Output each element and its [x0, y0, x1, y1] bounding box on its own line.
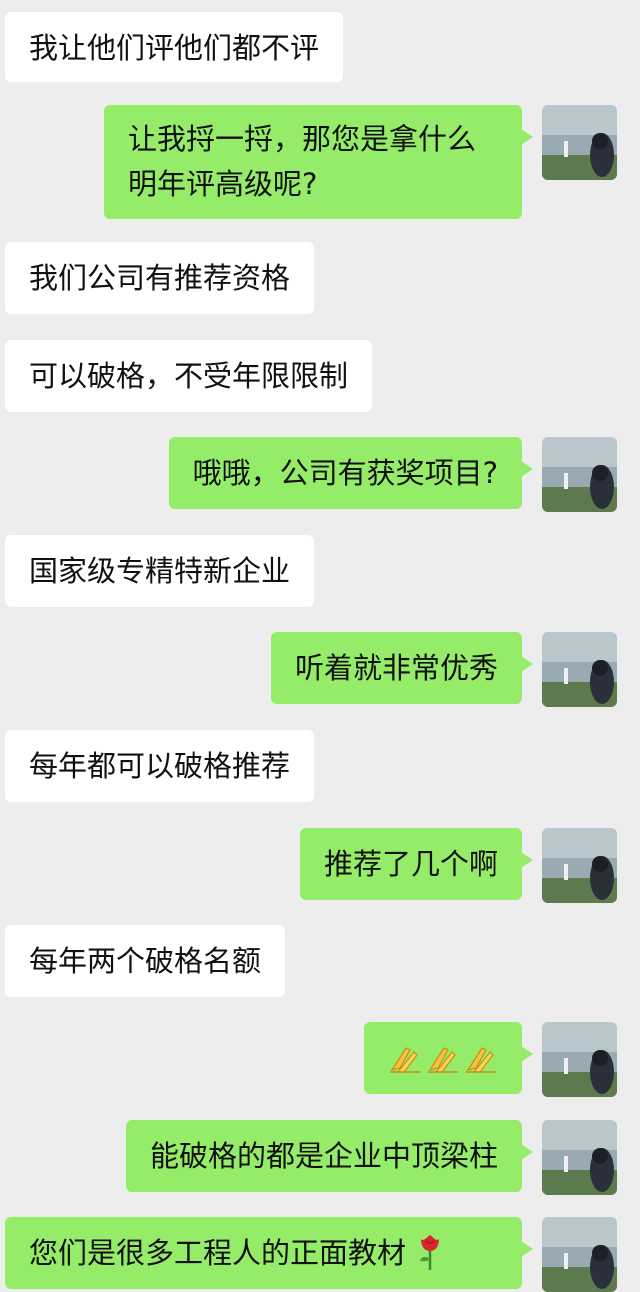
rose-icon [420, 1235, 440, 1270]
avatar[interactable] [542, 632, 617, 707]
message-text: 我让他们评他们都不评 [29, 31, 320, 65]
outgoing-message[interactable]: 哦哦，公司有获奖项目? [168, 437, 534, 509]
message-text: 哦哦，公司有获奖项目? [192, 456, 498, 490]
message-text: 您们是很多工程人的正面教材 [29, 1236, 407, 1270]
incoming-message[interactable]: 每年两个破格名额 [5, 925, 286, 997]
avatar[interactable] [542, 105, 617, 180]
outgoing-message[interactable]: 您们是很多工程人的正面教材 [5, 1217, 533, 1289]
outgoing-message[interactable]: 能破格的都是企业中顶梁柱 [125, 1120, 534, 1192]
avatar-photo-icon [542, 105, 617, 180]
outgoing-message[interactable]: 听着就非常优秀 [270, 632, 534, 704]
outgoing-message[interactable]: 让我捋一捋，那您是拿什么明年评高级呢? [104, 105, 533, 219]
message-text: 每年两个破格名额 [29, 944, 262, 978]
incoming-message[interactable]: 国家级专精特新企业 [5, 535, 315, 607]
avatar-photo-icon [542, 1120, 617, 1195]
message-text: 国家级专精特新企业 [29, 554, 291, 588]
incoming-message[interactable]: 每年都可以破格推荐 [5, 730, 315, 802]
message-text: 让我捋一捋，那您是拿什么明年评高级呢? [128, 122, 477, 201]
incoming-message[interactable]: 可以破格，不受年限限制 [5, 340, 373, 412]
message-text: 每年都可以破格推荐 [29, 749, 291, 783]
clap-hands-icon [428, 1046, 458, 1073]
avatar-photo-icon [542, 632, 617, 707]
avatar[interactable] [542, 828, 617, 903]
incoming-message[interactable]: 我让他们评他们都不评 [5, 12, 344, 82]
avatar-photo-icon [542, 437, 617, 512]
avatar[interactable] [542, 1120, 617, 1195]
outgoing-message[interactable] [364, 1022, 533, 1094]
avatar-photo-icon [542, 1022, 617, 1097]
avatar[interactable] [542, 437, 617, 512]
clap-hands-icon [466, 1046, 496, 1073]
incoming-message[interactable]: 我们公司有推荐资格 [5, 242, 315, 314]
emoji-row [388, 1036, 498, 1081]
chat-window: 我让他们评他们都不评 让我捋一捋，那您是拿什么明年评高级呢? 我们公司有推荐资格… [0, 0, 640, 1292]
avatar-photo-icon [542, 828, 617, 903]
clap-hands-icon [390, 1046, 420, 1073]
avatar[interactable] [542, 1022, 617, 1097]
message-text: 我们公司有推荐资格 [29, 261, 291, 295]
message-text: 听着就非常优秀 [294, 651, 498, 685]
outgoing-message[interactable]: 推荐了几个啊 [299, 828, 534, 900]
message-text: 能破格的都是企业中顶梁柱 [149, 1139, 498, 1173]
message-text: 推荐了几个啊 [323, 847, 498, 881]
message-text: 可以破格，不受年限限制 [29, 359, 349, 393]
